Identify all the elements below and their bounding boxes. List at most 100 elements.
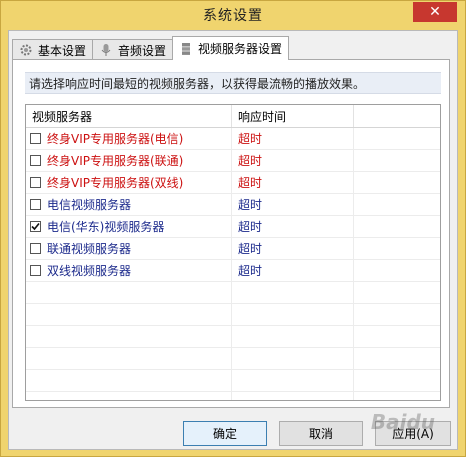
server-name-cell: 电信视频服务器 bbox=[26, 194, 232, 215]
server-name-cell: 终身VIP专用服务器(双线) bbox=[26, 172, 232, 193]
empty-cell bbox=[354, 172, 440, 193]
empty-cell bbox=[354, 304, 440, 325]
response-time: 超时 bbox=[238, 264, 263, 278]
server-name: 双线视频服务器 bbox=[47, 264, 132, 278]
server-name: 终身VIP专用服务器(电信) bbox=[47, 132, 184, 146]
tab-basic-settings[interactable]: 基本设置 bbox=[12, 39, 94, 60]
video-server-panel: 请选择响应时间最短的视频服务器，以获得最流畅的播放效果。 视频服务器 响应时间 … bbox=[12, 59, 450, 408]
tab-strip: 基本设置 音频设置 视频服务器设置 bbox=[12, 36, 290, 60]
empty-cell bbox=[354, 150, 440, 171]
server-name-cell: 联通视频服务器 bbox=[26, 238, 232, 259]
server-name: 终身VIP专用服务器(联通) bbox=[47, 154, 184, 168]
empty-cell bbox=[354, 348, 440, 369]
tab-label: 视频服务器设置 bbox=[198, 42, 283, 56]
response-time-cell bbox=[232, 282, 354, 303]
server-name-cell: 电信(华东)视频服务器 bbox=[26, 216, 232, 237]
server-name-cell bbox=[26, 326, 232, 347]
table-row[interactable]: 电信视频服务器 超时 bbox=[26, 194, 440, 216]
table-row[interactable]: 双线视频服务器 超时 bbox=[26, 260, 440, 282]
response-time-cell: 超时 bbox=[232, 238, 354, 259]
table-row[interactable]: 终身VIP专用服务器(双线) 超时 bbox=[26, 172, 440, 194]
column-header-response-time[interactable]: 响应时间 bbox=[232, 105, 354, 127]
empty-cell bbox=[354, 216, 440, 237]
tab-label: 基本设置 bbox=[38, 43, 87, 58]
apply-button[interactable]: 应用(A) bbox=[375, 421, 451, 446]
ok-button[interactable]: 确定 bbox=[183, 421, 267, 446]
table-row[interactable]: 终身VIP专用服务器(电信) 超时 bbox=[26, 128, 440, 150]
response-time-cell bbox=[232, 326, 354, 347]
server-checkbox[interactable] bbox=[30, 243, 41, 254]
checkmark-icon bbox=[31, 222, 40, 231]
table-row bbox=[26, 304, 440, 326]
response-time: 超时 bbox=[238, 220, 263, 234]
server-checkbox[interactable] bbox=[30, 177, 41, 188]
server-name: 电信(华东)视频服务器 bbox=[47, 220, 165, 234]
response-time-cell bbox=[232, 370, 354, 391]
window-title: 系统设置 bbox=[203, 7, 263, 24]
column-header-server[interactable]: 视频服务器 bbox=[26, 105, 232, 127]
table-row bbox=[26, 392, 440, 400]
empty-cell bbox=[354, 392, 440, 400]
server-checkbox[interactable] bbox=[30, 265, 41, 276]
empty-cell bbox=[354, 370, 440, 391]
dialog-client: 基本设置 音频设置 视频服务器设置 请选择响应时间最短的视频服务器，以获得最流畅… bbox=[8, 30, 458, 450]
response-time-cell bbox=[232, 392, 354, 400]
response-time-cell bbox=[232, 304, 354, 325]
response-time-cell: 超时 bbox=[232, 128, 354, 149]
response-time: 超时 bbox=[238, 176, 263, 190]
microphone-icon bbox=[99, 43, 113, 57]
server-name-cell bbox=[26, 392, 232, 400]
empty-cell bbox=[354, 194, 440, 215]
server-list[interactable]: 视频服务器 响应时间 终身VIP专用服务器(电信) 超时 终身VIP专用服务器(联通… bbox=[25, 104, 441, 401]
response-time-cell: 超时 bbox=[232, 172, 354, 193]
response-time: 超时 bbox=[238, 154, 263, 168]
server-name-cell: 终身VIP专用服务器(联通) bbox=[26, 150, 232, 171]
server-checkbox[interactable] bbox=[30, 199, 41, 210]
server-checkbox[interactable] bbox=[30, 155, 41, 166]
empty-cell bbox=[354, 282, 440, 303]
server-name-cell bbox=[26, 370, 232, 391]
response-time-cell: 超时 bbox=[232, 216, 354, 237]
table-row bbox=[26, 326, 440, 348]
server-name-cell: 终身VIP专用服务器(电信) bbox=[26, 128, 232, 149]
tab-label: 音频设置 bbox=[118, 43, 167, 58]
response-time-cell: 超时 bbox=[232, 150, 354, 171]
title-bar[interactable]: 系统设置 ✕ bbox=[1, 1, 465, 28]
server-name: 终身VIP专用服务器(双线) bbox=[47, 176, 184, 190]
table-row[interactable]: 联通视频服务器 超时 bbox=[26, 238, 440, 260]
response-time-cell: 超时 bbox=[232, 194, 354, 215]
server-name: 联通视频服务器 bbox=[47, 242, 132, 256]
empty-cell bbox=[354, 128, 440, 149]
close-button[interactable]: ✕ bbox=[413, 2, 457, 22]
table-row bbox=[26, 282, 440, 304]
table-row[interactable]: 终身VIP专用服务器(联通) 超时 bbox=[26, 150, 440, 172]
table-row bbox=[26, 370, 440, 392]
panel-description: 请选择响应时间最短的视频服务器，以获得最流畅的播放效果。 bbox=[25, 72, 441, 94]
gear-icon bbox=[19, 43, 33, 57]
tab-audio-settings[interactable]: 音频设置 bbox=[92, 39, 174, 60]
response-time-cell: 超时 bbox=[232, 260, 354, 281]
list-body: 终身VIP专用服务器(电信) 超时 终身VIP专用服务器(联通) 超时 终身VIP专用服… bbox=[26, 128, 440, 400]
server-name-cell bbox=[26, 348, 232, 369]
list-header: 视频服务器 响应时间 bbox=[26, 105, 440, 128]
table-row bbox=[26, 348, 440, 370]
server-icon bbox=[179, 42, 193, 56]
response-time: 超时 bbox=[238, 242, 263, 256]
tab-video-server-settings[interactable]: 视频服务器设置 bbox=[172, 36, 290, 60]
empty-cell bbox=[354, 238, 440, 259]
column-header-empty bbox=[354, 105, 440, 127]
server-checkbox[interactable] bbox=[30, 133, 41, 144]
server-checkbox[interactable] bbox=[30, 221, 41, 232]
response-time-cell bbox=[232, 348, 354, 369]
server-name-cell bbox=[26, 304, 232, 325]
table-row[interactable]: 电信(华东)视频服务器 超时 bbox=[26, 216, 440, 238]
server-name-cell bbox=[26, 282, 232, 303]
server-name: 电信视频服务器 bbox=[47, 198, 132, 212]
response-time: 超时 bbox=[238, 198, 263, 212]
close-icon: ✕ bbox=[429, 4, 441, 20]
server-name-cell: 双线视频服务器 bbox=[26, 260, 232, 281]
settings-window: 系统设置 ✕ 基本设置 音频设置 视频服务器设置 请选择响应时间最短的视频服务器… bbox=[0, 0, 466, 457]
empty-cell bbox=[354, 260, 440, 281]
response-time: 超时 bbox=[238, 132, 263, 146]
cancel-button[interactable]: 取消 bbox=[279, 421, 363, 446]
